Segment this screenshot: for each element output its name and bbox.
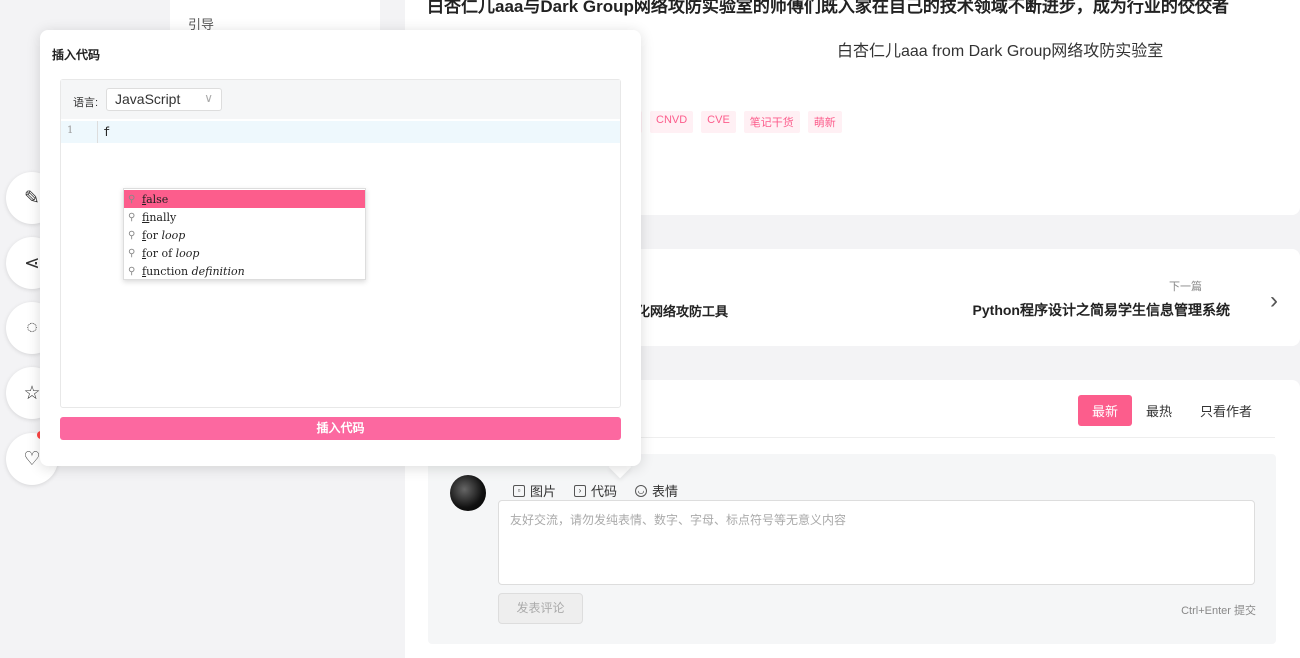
autocomplete-list: ⚲ false ⚲ finally ⚲ for loop ⚲ for of lo… (123, 188, 366, 280)
key-icon: ⚲ (128, 211, 136, 223)
autocomplete-item[interactable]: ⚲ function definition (124, 262, 365, 280)
gutter-divider (97, 121, 98, 143)
heart-icon: ♡ (23, 448, 41, 470)
active-line-highlight (61, 121, 620, 143)
tag[interactable]: 萌新 (807, 111, 842, 133)
insert-code-dialog: 插入代码 语言: JavaScript ∨ 1 f ⚲ false ⚲ fina… (40, 30, 641, 466)
submit-shortcut-hint: Ctrl+Enter 提交 (1181, 605, 1256, 617)
comment-editor: ▫ 图片 › 代码 ◡ 表情 友好交流，请勿发纯表情、数字、字母、标点符号等无意… (428, 454, 1276, 644)
key-icon: ⚲ (128, 247, 136, 259)
share-icon: ⋖ (24, 252, 40, 274)
comment-icon: ◌ (26, 317, 38, 338)
sort-tab-author-only[interactable]: 只看作者 (1186, 395, 1266, 426)
sort-tab-latest[interactable]: 最新 (1077, 395, 1132, 426)
language-select[interactable]: JavaScript ∨ (106, 88, 222, 111)
line-number: 1 (67, 125, 74, 136)
next-post-label: 下一篇 (1169, 281, 1202, 293)
language-label: 语言: (73, 97, 99, 109)
edit-icon: ✎ (24, 187, 40, 209)
tag[interactable]: CNVD (650, 111, 694, 133)
code-icon: › (574, 484, 587, 497)
submit-comment-button[interactable]: 发表评论 (498, 593, 583, 624)
tool-label: 图片 (530, 484, 557, 499)
chevron-down-icon: ∨ (204, 91, 213, 105)
comment-input[interactable]: 友好交流，请勿发纯表情、数字、字母、标点符号等无意义内容 (498, 500, 1255, 585)
autocomplete-item[interactable]: ⚲ for of loop (124, 244, 365, 262)
code-input[interactable]: f (103, 125, 110, 139)
insert-emoji-button[interactable]: ◡ 表情 (635, 481, 678, 500)
article-title: 白杏仁儿aaa与Dark Group网络攻防实验室的师傅们既入家在自己的技术领域… (427, 0, 1229, 16)
autocomplete-item[interactable]: ⚲ false (124, 190, 365, 208)
autocomplete-item[interactable]: ⚲ for loop (124, 226, 365, 244)
key-icon: ⚲ (128, 265, 136, 277)
emoji-icon: ◡ (635, 484, 648, 497)
dialog-title: 插入代码 (52, 48, 101, 62)
code-editor: 语言: JavaScript ∨ 1 f ⚲ false ⚲ finally ⚲… (60, 79, 621, 408)
tag[interactable]: CVE (701, 111, 736, 133)
tag-list: CNVD CVE 笔记干货 萌新 (608, 111, 842, 133)
comment-toolbar: ▫ 图片 › 代码 ◡ 表情 (513, 481, 678, 500)
prev-post-link[interactable]: 化网络攻防工具 (637, 301, 728, 320)
insert-image-button[interactable]: ▫ 图片 (513, 481, 556, 500)
chevron-right-icon[interactable]: › (1270, 287, 1278, 315)
comment-sort-tabs: 最新 最热 只看作者 (1077, 395, 1266, 426)
sort-tab-hot[interactable]: 最热 (1132, 395, 1186, 426)
insert-code-button[interactable]: 插入代码 (60, 417, 621, 440)
tool-label: 表情 (652, 484, 679, 499)
tag[interactable]: 笔记干货 (743, 111, 800, 133)
insert-code-button[interactable]: › 代码 (574, 481, 617, 500)
key-icon: ⚲ (128, 229, 136, 241)
star-icon: ☆ (23, 382, 41, 404)
author-signature: 白杏仁儿aaa from Dark Group网络攻防实验室 (837, 43, 1164, 60)
tool-label: 代码 (591, 484, 618, 499)
language-value: JavaScript (115, 91, 181, 107)
autocomplete-item[interactable]: ⚲ finally (124, 208, 365, 226)
avatar[interactable] (450, 475, 486, 511)
image-icon: ▫ (513, 484, 525, 497)
toc-card: 引导 (170, 0, 380, 32)
editor-header: 语言: JavaScript ∨ (61, 80, 620, 119)
next-post-link[interactable]: Python程序设计之简易学生信息管理系统 (973, 300, 1230, 320)
key-icon: ⚲ (128, 193, 136, 205)
